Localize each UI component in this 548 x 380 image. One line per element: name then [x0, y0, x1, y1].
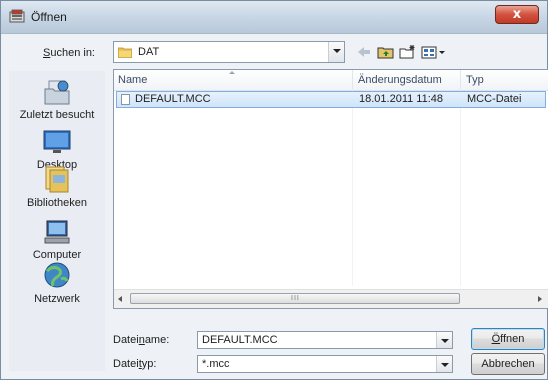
scroll-right-icon[interactable]	[538, 296, 542, 302]
place-libraries[interactable]: Bibliotheken	[9, 165, 105, 209]
desktop-icon	[43, 130, 71, 153]
chevron-down-icon[interactable]	[436, 356, 452, 372]
place-computer[interactable]: Computer	[9, 217, 105, 261]
lookin-label: Suchen in:	[43, 47, 95, 59]
computer-icon	[44, 220, 70, 244]
file-icon	[121, 94, 130, 105]
title-bar[interactable]: Öffnen x	[1, 1, 547, 34]
new-folder-icon[interactable]	[399, 44, 417, 60]
chevron-down-icon[interactable]	[328, 42, 344, 62]
filetype-value: *.mcc	[202, 358, 230, 370]
libraries-icon	[45, 166, 69, 193]
place-label: Zuletzt besucht	[19, 109, 95, 121]
lookin-value: DAT	[138, 46, 160, 58]
sort-up-icon	[229, 71, 235, 74]
open-file-dialog: Öffnen x Suchen in: DAT Zuletzt besucht …	[0, 0, 548, 380]
scroll-left-icon[interactable]	[118, 296, 122, 302]
close-button[interactable]: x	[495, 5, 539, 24]
filename-label: Dateiname:	[113, 334, 170, 346]
filename-value: DEFAULT.MCC	[202, 334, 278, 346]
file-type: MCC-Datei	[467, 93, 522, 105]
places-bar: Zuletzt besucht Desktop Bibliotheken Com…	[9, 71, 105, 371]
column-divider[interactable]	[460, 70, 461, 90]
column-gridline	[460, 90, 461, 286]
place-label: Bibliotheken	[27, 197, 87, 209]
column-divider[interactable]	[352, 70, 353, 90]
window-title: Öffnen	[31, 10, 67, 24]
recent-places-icon	[44, 80, 70, 105]
back-arrow-icon[interactable]	[355, 44, 373, 60]
chevron-down-icon[interactable]	[436, 332, 452, 348]
app-icon	[9, 9, 25, 23]
column-date[interactable]: Änderungsdatum	[358, 74, 442, 86]
file-name: DEFAULT.MCC	[135, 93, 211, 105]
column-header: Name Änderungsdatum Typ	[114, 70, 548, 91]
folder-icon	[118, 47, 132, 58]
place-network[interactable]: Netzwerk	[9, 261, 105, 305]
column-type[interactable]: Typ	[466, 74, 484, 86]
place-label: Netzwerk	[34, 293, 80, 305]
column-gridline	[352, 90, 353, 286]
grip-icon: III	[291, 295, 300, 302]
column-name[interactable]: Name	[118, 74, 147, 86]
filename-field[interactable]: DEFAULT.MCC	[197, 331, 453, 349]
up-folder-icon[interactable]	[377, 44, 395, 60]
place-recent[interactable]: Zuletzt besucht	[9, 77, 105, 121]
file-list[interactable]: Name Änderungsdatum Typ DEFAULT.MCC 18.0…	[113, 69, 548, 309]
lookin-combo[interactable]: DAT	[113, 41, 345, 63]
filetype-select[interactable]: *.mcc	[197, 355, 453, 373]
file-date: 18.01.2011 11:48	[359, 93, 444, 105]
scroll-thumb[interactable]: III	[130, 293, 460, 304]
view-menu-icon[interactable]	[421, 44, 447, 60]
filetype-label: Dateityp:	[113, 358, 157, 370]
horizontal-scrollbar[interactable]: III	[114, 289, 548, 308]
close-icon: x	[512, 7, 522, 22]
toolbar	[353, 42, 453, 62]
place-label: Computer	[32, 249, 82, 261]
open-button[interactable]: Öffnen	[471, 328, 545, 350]
network-icon	[44, 262, 70, 288]
cancel-button[interactable]: Abbrechen	[471, 353, 545, 375]
file-row[interactable]: DEFAULT.MCC 18.01.2011 11:48 MCC-Datei	[116, 91, 546, 108]
